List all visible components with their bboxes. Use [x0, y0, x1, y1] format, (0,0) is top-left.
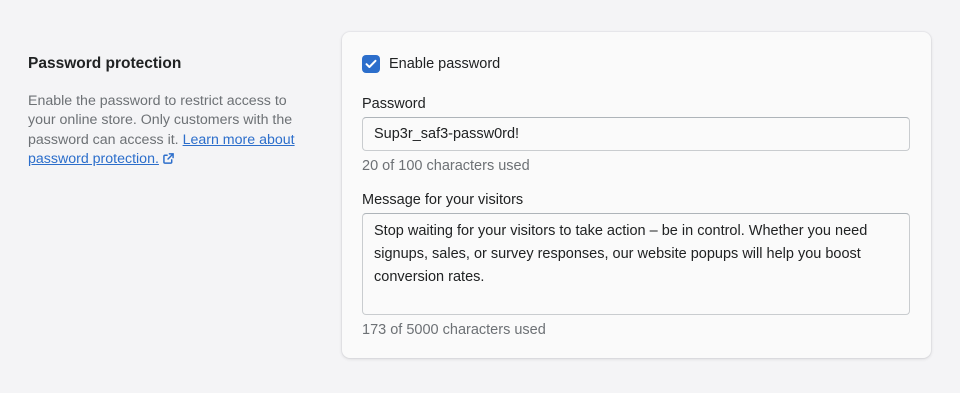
message-textarea[interactable]: Stop waiting for your visitors to take a… — [362, 213, 910, 315]
enable-password-option[interactable]: Enable password — [362, 55, 500, 73]
password-help-text: 20 of 100 characters used — [362, 158, 530, 174]
message-help-text: 173 of 5000 characters used — [362, 322, 546, 338]
checkmark-icon — [365, 59, 377, 68]
section-annotation: Password protection Enable the password … — [28, 54, 303, 170]
section-title: Password protection — [28, 55, 182, 72]
password-label: Password — [362, 96, 426, 112]
enable-password-label: Enable password — [389, 56, 501, 72]
message-label: Message for your visitors — [362, 192, 524, 208]
section-description: Enable the password to restrict access t… — [28, 92, 303, 170]
password-input[interactable]: Sup3r_saf3-passw0rd! — [362, 117, 910, 151]
external-link-icon — [163, 151, 174, 170]
enable-password-checkbox[interactable] — [362, 55, 380, 73]
password-settings-card: Enable password Password Sup3r_saf3-pass… — [342, 32, 931, 358]
